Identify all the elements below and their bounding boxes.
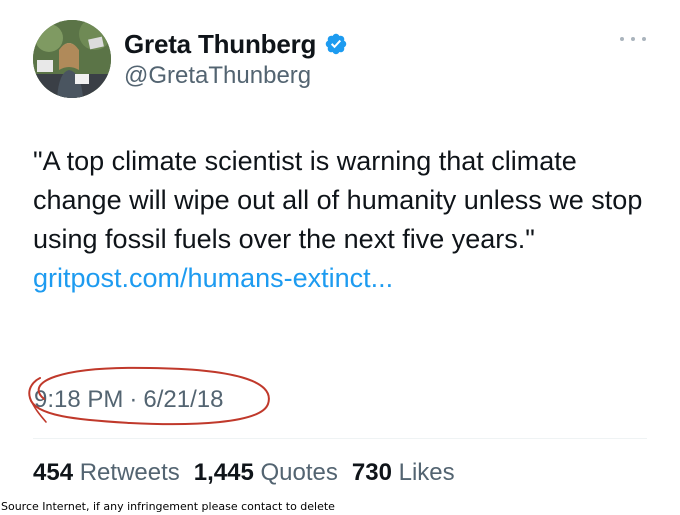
tweet-text: "A top climate scientist is warning that… bbox=[33, 146, 643, 254]
tweet-date: 6/21/18 bbox=[143, 386, 224, 413]
more-dot bbox=[642, 37, 646, 41]
quotes-label: Quotes bbox=[260, 459, 338, 486]
likes-count: 730 bbox=[351, 459, 392, 486]
retweets-stat[interactable]: 454 Retweets bbox=[33, 458, 180, 488]
likes-label: Likes bbox=[398, 459, 455, 486]
more-dot bbox=[631, 37, 635, 41]
source-disclaimer: Source Internet, if any infringement ple… bbox=[1, 500, 335, 513]
tweet-link[interactable]: gritpost.com/humans-extinct... bbox=[33, 259, 653, 298]
tweet-body: "A top climate scientist is warning that… bbox=[33, 142, 653, 298]
tweet-timestamp[interactable]: 9:18 PM · 6/21/18 bbox=[34, 384, 223, 416]
display-name-text[interactable]: Greta Thunberg bbox=[124, 28, 316, 60]
more-horizontal-icon[interactable] bbox=[620, 34, 646, 44]
quotes-stat[interactable]: 1,445 Quotes bbox=[194, 458, 338, 488]
retweets-label: Retweets bbox=[79, 459, 180, 486]
more-dot bbox=[620, 37, 624, 41]
tweet-stats: 454 Retweets 1,445 Quotes 730 Likes bbox=[33, 458, 455, 488]
quotes-count: 1,445 bbox=[193, 459, 254, 486]
timestamp-separator: · bbox=[129, 386, 138, 413]
verified-badge-icon bbox=[325, 33, 347, 55]
display-name[interactable]: Greta Thunberg bbox=[124, 28, 348, 60]
user-handle[interactable]: @GretaThunberg bbox=[124, 61, 311, 91]
avatar[interactable] bbox=[33, 20, 111, 98]
tweet-time: 9:18 PM bbox=[34, 386, 124, 413]
likes-stat[interactable]: 730 Likes bbox=[352, 458, 455, 488]
stats-divider bbox=[33, 438, 647, 439]
retweets-count: 454 bbox=[33, 459, 74, 486]
